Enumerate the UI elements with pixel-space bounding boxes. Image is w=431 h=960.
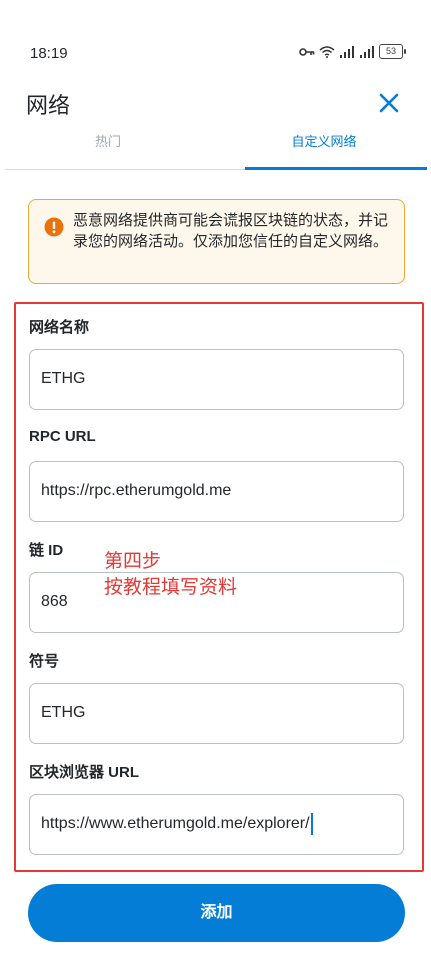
status-time: 18:19 bbox=[30, 45, 68, 62]
close-icon[interactable] bbox=[376, 90, 402, 116]
text-caret bbox=[310, 812, 313, 835]
annotation-note: 第四步 按教程填写资料 bbox=[104, 549, 237, 601]
page-title: 网络 bbox=[26, 93, 71, 118]
tab-popular[interactable]: 热门 bbox=[0, 122, 216, 170]
wifi-icon bbox=[319, 45, 335, 58]
active-tab-indicator bbox=[245, 167, 427, 170]
annotation-line-1: 第四步 bbox=[104, 551, 162, 572]
network-name-input[interactable]: ETHG bbox=[29, 349, 404, 410]
signal-icon bbox=[339, 45, 355, 58]
warning-banner: 恶意网络提供商可能会谎报区块链的状态，并记录您的网络活动。仅添加您信任的自定义网… bbox=[28, 199, 405, 284]
network-name-value: ETHG bbox=[41, 370, 86, 387]
symbol-value: ETHG bbox=[41, 704, 86, 721]
explorer-url-value: https://www.etherumgold.me/explorer/ bbox=[41, 815, 310, 832]
symbol-label: 符号 bbox=[29, 653, 60, 670]
symbol-input[interactable]: ETHG bbox=[29, 683, 404, 744]
network-tabs: 热门 自定义网络 bbox=[0, 122, 431, 170]
warning-text: 恶意网络提供商可能会谎报区块链的状态，并记录您的网络活动。仅添加您信任的自定义网… bbox=[73, 212, 389, 250]
add-button[interactable]: 添加 bbox=[28, 884, 405, 942]
chain-id-value: 868 bbox=[41, 593, 68, 610]
battery-level: 53 bbox=[385, 46, 396, 56]
status-bar: 18:19 53 bbox=[0, 0, 431, 70]
explorer-url-input[interactable]: https://www.etherumgold.me/explorer/ bbox=[29, 794, 404, 855]
explorer-url-label: 区块浏览器 URL bbox=[29, 764, 139, 781]
key-icon bbox=[299, 47, 315, 57]
status-icons: 53 bbox=[299, 44, 406, 59]
battery-icon: 53 bbox=[379, 44, 406, 59]
alert-icon bbox=[44, 217, 64, 237]
rpc-url-label: RPC URL bbox=[29, 428, 96, 445]
annotation-line-2: 按教程填写资料 bbox=[104, 577, 238, 598]
tab-custom-network[interactable]: 自定义网络 bbox=[216, 122, 431, 170]
signal-icon bbox=[359, 45, 375, 58]
rpc-url-value: https://rpc.etherumgold.me bbox=[41, 482, 232, 499]
rpc-url-input[interactable]: https://rpc.etherumgold.me bbox=[29, 461, 404, 522]
chain-id-label: 链 ID bbox=[29, 542, 64, 559]
network-name-label: 网络名称 bbox=[29, 319, 90, 336]
